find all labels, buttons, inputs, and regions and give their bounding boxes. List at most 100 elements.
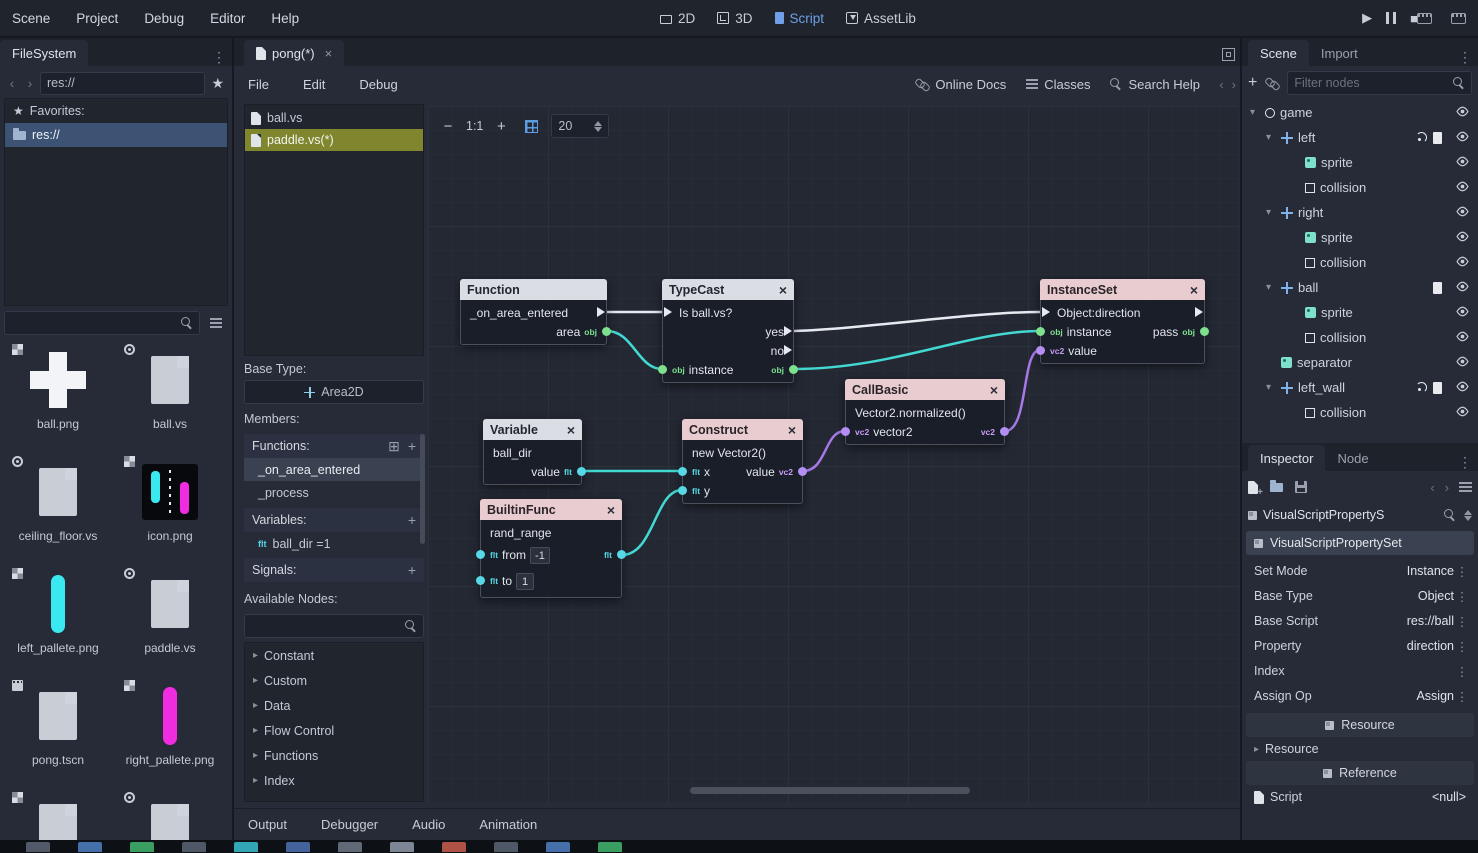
mode-button[interactable]: 3D (717, 11, 752, 26)
expand-arrow-icon[interactable] (1250, 107, 1260, 118)
script-forward-button[interactable]: › (1232, 77, 1236, 92)
add-node-button[interactable]: + (1248, 74, 1257, 92)
visibility-eye-icon[interactable] (1455, 404, 1470, 422)
property-value[interactable]: res://ball (1407, 614, 1454, 628)
from-default-value-input[interactable]: -1 (530, 547, 550, 564)
graph-node-function[interactable]: Function _on_area_entered area obj (460, 279, 607, 345)
property-control-icon[interactable]: ⋮ (1454, 564, 1470, 579)
taskbar-app-icon[interactable] (494, 842, 518, 852)
node-titlebar[interactable]: TypeCast × (662, 279, 794, 300)
filesystem-search-input[interactable] (4, 311, 200, 335)
data-in-port[interactable] (841, 427, 850, 436)
visibility-eye-icon[interactable] (1455, 329, 1470, 347)
tab-import[interactable]: Import (1309, 40, 1370, 66)
node-titlebar[interactable]: Function (460, 279, 607, 300)
script-property-row[interactable]: Script <null> (1246, 785, 1474, 809)
visibility-eye-icon[interactable] (1455, 354, 1470, 372)
menu-debug[interactable]: Debug (359, 77, 397, 92)
spinbox-arrows-icon[interactable] (594, 121, 602, 132)
node-titlebar[interactable]: Variable × (483, 419, 582, 440)
expand-arrow-icon[interactable] (1266, 207, 1276, 218)
panel-menu-icon[interactable]: ⋮ (206, 49, 232, 66)
mode-button[interactable]: AssetLib (846, 11, 916, 26)
snap-toggle-button[interactable] (519, 114, 543, 138)
load-resource-button[interactable] (1270, 483, 1283, 492)
section-resource[interactable]: Resource (1246, 713, 1474, 737)
node-category-item[interactable]: ▸ Data (245, 693, 423, 718)
data-in-port[interactable] (1036, 346, 1045, 355)
visual-script-graph-canvas[interactable]: − 1:1 + 20 (428, 106, 1238, 802)
close-node-icon[interactable]: × (607, 503, 615, 517)
script-property-value[interactable]: <null> (1432, 790, 1466, 804)
property-value[interactable]: Assign (1416, 689, 1454, 703)
scene-tree-row[interactable]: right (1244, 200, 1476, 225)
node-category-item[interactable]: ▸ Index (245, 768, 423, 793)
zoom-out-button[interactable]: − (438, 118, 458, 135)
taskbar-app-icon[interactable] (286, 842, 310, 852)
visibility-eye-icon[interactable] (1455, 104, 1470, 122)
taskbar-app-icon[interactable] (338, 842, 362, 852)
graph-node-variable[interactable]: Variable × ball_dir value flt (483, 419, 582, 485)
file-item[interactable]: paddle.vs (114, 564, 226, 676)
taskbar-app-icon[interactable] (598, 842, 622, 852)
mode-button[interactable]: Script (775, 11, 825, 26)
visibility-eye-icon[interactable] (1455, 204, 1470, 222)
scene-tree-row[interactable]: left_wall (1244, 375, 1476, 400)
file-item[interactable]: right_pallete.png (114, 676, 226, 788)
close-node-icon[interactable]: × (567, 423, 575, 437)
seq-out-port[interactable] (784, 345, 792, 355)
function-item[interactable]: _on_area_entered (244, 458, 424, 481)
menu-file[interactable]: File (248, 77, 269, 92)
node-category-item[interactable]: ▸ Constant (245, 643, 423, 668)
inspector-back-button[interactable]: ‹ (1430, 480, 1434, 495)
favorite-toggle-button[interactable]: ★ (207, 75, 228, 92)
visibility-eye-icon[interactable] (1455, 254, 1470, 272)
inspector-search-icon[interactable] (1444, 509, 1456, 521)
taskbar-app-icon[interactable] (234, 842, 258, 852)
property-value[interactable]: Instance (1407, 564, 1454, 578)
node-titlebar[interactable]: CallBasic × (845, 379, 1005, 400)
taskbar-app-icon[interactable] (130, 842, 154, 852)
expand-arrow-icon[interactable] (1266, 282, 1276, 293)
visibility-eye-icon[interactable] (1455, 179, 1470, 197)
node-badge-icon[interactable] (1433, 132, 1442, 144)
available-nodes-search-input[interactable] (244, 614, 424, 638)
inspector-forward-button[interactable]: › (1445, 480, 1449, 495)
filter-nodes-input[interactable]: Filter nodes (1287, 71, 1472, 95)
mode-button[interactable]: 2D (660, 11, 695, 26)
tab-pong-script[interactable]: pong(*) × (244, 40, 344, 66)
pause-button[interactable] (1386, 12, 1396, 24)
online-docs-link[interactable]: Online Docs (915, 77, 1006, 92)
data-out-port[interactable] (1200, 327, 1209, 336)
sort-icon[interactable] (1464, 510, 1472, 521)
property-control-icon[interactable]: ⋮ (1454, 664, 1470, 679)
file-item[interactable]: icon.png (114, 452, 226, 564)
node-category-item[interactable]: ▸ Functions (245, 743, 423, 768)
scene-tree-row[interactable]: left (1244, 125, 1476, 150)
data-in-port[interactable] (476, 576, 485, 585)
scene-tree-row[interactable]: collision (1244, 325, 1476, 350)
scene-tree-row[interactable]: sprite (1244, 300, 1476, 325)
data-in-port[interactable] (678, 486, 687, 495)
resource-expand-row[interactable]: ▸ Resource (1246, 737, 1474, 761)
favorites-header[interactable]: ★ Favorites: (5, 99, 227, 123)
data-in-port[interactable] (678, 467, 687, 476)
close-node-icon[interactable]: × (990, 383, 998, 397)
menu-item[interactable]: Debug (144, 11, 184, 26)
zoom-reset-button[interactable]: 1:1 (466, 119, 483, 133)
taskbar-app-icon[interactable] (182, 842, 206, 852)
property-control-icon[interactable]: ⋮ (1454, 639, 1470, 654)
property-value[interactable]: direction (1407, 639, 1454, 653)
script-list-item[interactable]: paddle.vs(*) (245, 129, 423, 151)
data-out-port[interactable] (1000, 427, 1009, 436)
visibility-eye-icon[interactable] (1455, 279, 1470, 297)
tab-inspector[interactable]: Inspector (1248, 445, 1325, 471)
data-out-port[interactable] (602, 327, 611, 336)
file-item[interactable]: ball.png (2, 340, 114, 452)
script-list-item[interactable]: ball.vs (245, 107, 423, 129)
zoom-in-button[interactable]: + (491, 118, 511, 135)
scene-tree-row[interactable]: sprite (1244, 225, 1476, 250)
list-view-toggle-button[interactable] (204, 311, 228, 335)
seq-out-port[interactable] (1195, 307, 1203, 317)
add-variable-button[interactable]: + (408, 512, 416, 528)
